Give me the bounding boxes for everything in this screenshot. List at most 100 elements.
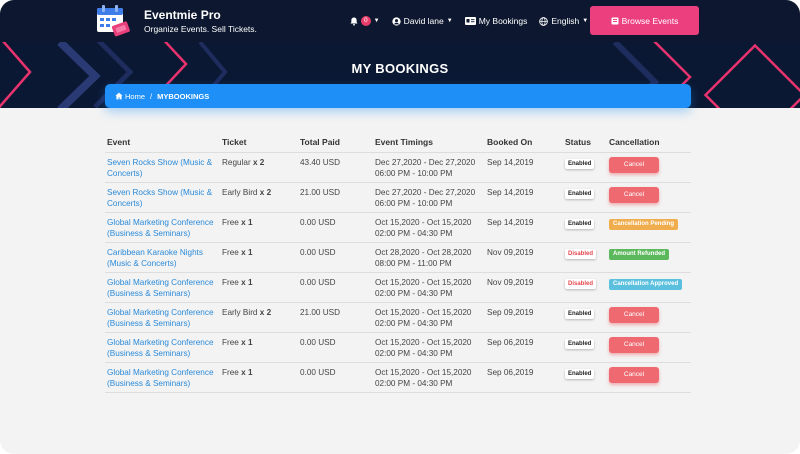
ticket-quantity: x 1 [241,217,253,227]
ticket-type: Early Bird [222,187,258,197]
status-badge: Enabled [565,338,595,349]
breadcrumb-home-link[interactable]: Home [125,92,145,101]
event-link[interactable]: Global Marketing Conference (Business & … [105,302,220,333]
event-dates: Oct 15,2020 - Oct 15,2020 [375,367,472,377]
table-header-row: Event Ticket Total Paid Event Timings Bo… [105,132,691,153]
chevron-down-icon: ▼ [446,18,453,24]
event-hours: 02:00 PM - 04:30 PM [375,229,453,238]
bookings-table: Event Ticket Total Paid Event Timings Bo… [105,132,691,393]
ticket-quantity: x 2 [259,187,272,197]
status-cell: Enabled [563,212,607,243]
event-hours: 08:00 PM - 11:00 PM [375,259,452,268]
cancel-booking-button[interactable]: Cancel [609,366,659,383]
event-link[interactable]: Seven Rocks Show (Music & Concerts) [105,152,220,183]
cancellation-cell: Cancel [607,302,691,333]
ticket-quantity: x 1 [241,337,253,347]
event-link[interactable]: Global Marketing Conference (Business & … [105,212,220,243]
event-timings-cell: Dec 27,2020 - Dec 27,2020 06:00 PM - 10:0… [373,182,485,213]
total-paid-cell: 21.00 USD [298,302,373,333]
column-header-cancellation: Cancellation [607,132,691,153]
status-badge: Enabled [565,188,595,199]
ticket-type: Free [222,217,239,227]
bell-icon [350,17,358,26]
ticket-cell: Free x 1 [220,332,298,363]
nav-menu: 0 ▼ David lane ▼ My Bookings English ▼ [350,14,600,28]
browse-events-button[interactable]: Browse Events [590,6,699,35]
table-row: Global Marketing Conference (Business & … [105,212,691,243]
column-header-event-timings: Event Timings [373,132,485,153]
ticket-quantity: x 1 [241,367,253,377]
cancel-booking-button[interactable]: Cancel [609,156,659,173]
id-card-icon [464,17,476,25]
total-paid-cell: 21.00 USD [298,182,373,213]
ticket-type: Regular [222,157,251,167]
event-hours: 02:00 PM - 04:30 PM [375,319,453,328]
brand[interactable]: Eventmie Pro Organize Events. Sell Ticke… [144,8,257,35]
event-link[interactable]: Global Marketing Conference (Business & … [105,272,220,303]
total-paid-cell: 0.00 USD [298,242,373,273]
status-badge: Enabled [565,158,595,169]
event-link[interactable]: Global Marketing Conference (Business & … [105,332,220,363]
ticket-cell: Free x 1 [220,272,298,303]
table-row: Global Marketing Conference (Business & … [105,302,691,333]
booked-on-cell: Sep 14,2019 [485,182,563,213]
cancellation-cell: Cancellation Pending [607,212,691,243]
status-cell: Enabled [563,152,607,183]
ticket-icon [611,17,619,24]
ticket-cell: Free x 1 [220,242,298,273]
status-badge: Disabled [565,248,597,259]
chevron-down-icon: ▼ [373,18,380,24]
event-dates: Oct 15,2020 - Oct 15,2020 [375,337,472,347]
ticket-cell: Free x 1 [220,362,298,393]
cancellation-cell: Cancel [607,332,691,363]
booked-on-cell: Sep 14,2019 [485,212,563,243]
status-cell: Disabled [563,272,607,303]
ticket-cell: Early Bird x 2 [220,302,298,333]
ticket-quantity: x 2 [252,157,265,167]
event-hours: 06:00 PM - 10:00 PM [375,199,453,208]
event-link[interactable]: Global Marketing Conference (Business & … [105,362,220,393]
booked-on-cell: Nov 09,2019 [485,272,563,303]
cancel-booking-button[interactable]: Cancel [609,186,659,203]
booked-on-cell: Sep 06,2019 [485,362,563,393]
total-paid-cell: 0.00 USD [298,332,373,363]
event-link[interactable]: Caribbean Karaoke Nights (Music & Concer… [105,242,220,273]
status-cell: Enabled [563,362,607,393]
globe-icon [539,16,549,26]
notification-count-badge: 0 [361,16,371,26]
total-paid-cell: 43.40 USD [298,152,373,183]
event-timings-cell: Oct 15,2020 - Oct 15,2020 02:00 PM - 04:3… [373,362,485,393]
cancel-booking-button[interactable]: Cancel [609,306,659,323]
notifications-dropdown[interactable]: 0 ▼ [350,16,380,26]
user-dropdown[interactable]: David lane ▼ [391,16,453,26]
table-row: Global Marketing Conference (Business & … [105,362,691,393]
column-header-booked-on: Booked On [485,132,563,153]
total-paid-cell: 0.00 USD [298,362,373,393]
language-dropdown[interactable]: English ▼ [539,16,588,26]
booked-on-cell: Sep 14,2019 [485,152,563,183]
status-badge: Enabled [565,218,595,229]
brand-name: Eventmie Pro [144,8,221,22]
table-row: Global Marketing Conference (Business & … [105,332,691,363]
table-row: Seven Rocks Show (Music & Concerts) Regul… [105,152,691,183]
ticket-cell: Early Bird x 2 [220,182,298,213]
breadcrumb-separator: / [150,91,153,101]
event-dates: Oct 28,2020 - Oct 28,2020 [375,247,472,257]
breadcrumb-current: MYBOOKINGS [157,91,210,101]
event-timings-cell: Oct 28,2020 - Oct 28,2020 08:00 PM - 11:0… [373,242,485,273]
column-header-total-paid: Total Paid [298,132,373,153]
event-timings-cell: Oct 15,2020 - Oct 15,2020 02:00 PM - 04:3… [373,302,485,333]
table-row: Seven Rocks Show (Music & Concerts) Early… [105,182,691,213]
calendar-tickets-icon[interactable] [95,3,133,39]
breadcrumb: Home / MYBOOKINGS [105,84,691,108]
ticket-quantity: x 2 [259,307,272,317]
event-link[interactable]: Seven Rocks Show (Music & Concerts) [105,182,220,213]
event-dates: Oct 15,2020 - Oct 15,2020 [375,277,472,287]
cancel-booking-button[interactable]: Cancel [609,336,659,353]
cancellation-status-badge: Amount Refunded [609,248,669,260]
ticket-quantity: x 1 [241,277,253,287]
my-bookings-link[interactable]: My Bookings [464,16,527,26]
home-icon [115,92,123,100]
cancellation-status-badge: Cancellation Approved [609,278,683,290]
status-cell: Enabled [563,302,607,333]
